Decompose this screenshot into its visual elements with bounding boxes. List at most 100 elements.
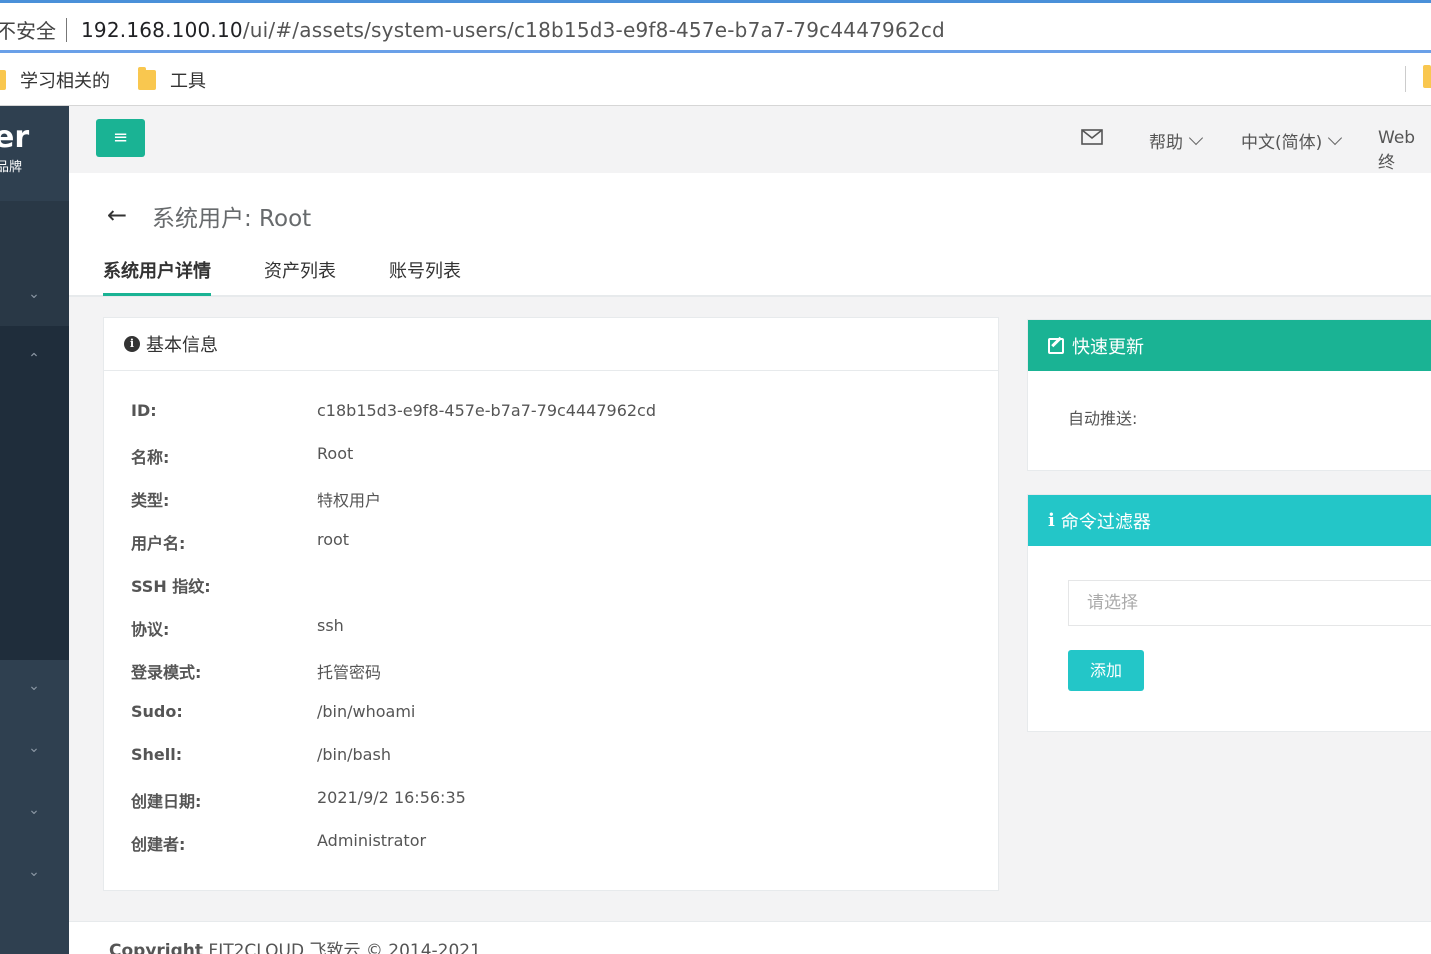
- command-filter-header: i 命令过滤器: [1028, 495, 1431, 546]
- address-separator: [66, 17, 67, 42]
- bookmark-overflow[interactable]: [1405, 65, 1431, 92]
- auto-push-label: 自动推送:: [1068, 409, 1138, 428]
- folder-icon: [1423, 65, 1431, 88]
- detail-value: root: [317, 530, 350, 549]
- detail-row-created-date: 创建日期: 2021/9/2 16:56:35: [104, 788, 998, 831]
- detail-row-type: 类型: 特权用户: [104, 487, 998, 530]
- footer: Copyright FIT2CLOUD 飞致云 © 2014-2021: [69, 921, 1431, 954]
- chevron-down-icon[interactable]: ⌄: [27, 679, 41, 693]
- tab-asset-list[interactable]: 资产列表: [264, 257, 336, 296]
- detail-value: 托管密码: [317, 663, 382, 682]
- web-terminal-link[interactable]: Web终: [1378, 128, 1431, 173]
- detail-key: 用户名:: [131, 534, 186, 553]
- chevron-up-icon[interactable]: ⌃: [27, 352, 41, 366]
- detail-value: Administrator: [317, 831, 427, 850]
- chevron-down-icon[interactable]: ⌄: [27, 803, 41, 817]
- logo-text: er: [0, 120, 30, 155]
- command-filter-panel: i 命令过滤器 请选择 添加: [1027, 494, 1431, 732]
- detail-row-shell: Shell: /bin/bash: [104, 745, 998, 788]
- bookmark-label: 学习相关的: [20, 70, 110, 92]
- logo[interactable]: er 品牌: [0, 106, 69, 201]
- chevron-down-icon[interactable]: ⌄: [27, 287, 41, 301]
- quick-update-panel: 快速更新 自动推送:: [1027, 319, 1431, 471]
- detail-key: SSH 指纹:: [131, 577, 211, 596]
- detail-value: 2021/9/2 16:56:35: [317, 788, 466, 807]
- folder-icon: [0, 69, 6, 90]
- detail-key: 创建日期:: [131, 792, 202, 811]
- chevron-down-icon[interactable]: ⌄: [27, 865, 41, 879]
- envelope-icon[interactable]: [1081, 128, 1103, 146]
- detail-value: c18b15d3-e9f8-457e-b7a7-79c4447962cd: [317, 401, 657, 420]
- edit-icon: [1048, 337, 1064, 354]
- detail-value: 特权用户: [317, 491, 382, 510]
- main-content: i 基本信息 ID: c18b15d3-e9f8-457e-b7a7-79c444…: [69, 297, 1431, 921]
- top-navbar: ≡ 帮助 中文(简体) Web终: [69, 106, 1431, 173]
- detail-key: 创建者:: [131, 835, 186, 854]
- detail-key: 名称:: [131, 448, 170, 467]
- sidebar-menu-expanded: ⌃: [0, 326, 69, 660]
- bookmarks-bar: 学习相关的 工具: [0, 54, 1431, 106]
- folder-icon: [138, 66, 156, 90]
- info-circle-icon: i: [124, 336, 140, 352]
- detail-row-name: 名称: Root: [104, 444, 998, 487]
- detail-key: ID:: [131, 401, 157, 420]
- chevron-down-icon[interactable]: ⌄: [27, 741, 41, 755]
- basic-info-panel: i 基本信息 ID: c18b15d3-e9f8-457e-b7a7-79c444…: [103, 317, 999, 891]
- bookmark-separator: [1405, 66, 1406, 92]
- web-terminal-label: Web终: [1378, 128, 1416, 173]
- url-host: 192.168.100.10: [81, 17, 243, 42]
- tab-account-list[interactable]: 账号列表: [389, 257, 461, 296]
- url-field[interactable]: 192.168.100.10/ui/#/assets/system-users/…: [81, 18, 945, 42]
- detail-value: /bin/bash: [317, 745, 391, 764]
- detail-row-sudo: Sudo: /bin/whoami: [104, 702, 998, 745]
- copyright-bold: Copyright: [109, 941, 204, 954]
- detail-key: 登录模式:: [131, 663, 202, 682]
- detail-row-creator: 创建者: Administrator: [104, 831, 998, 874]
- detail-row-id: ID: c18b15d3-e9f8-457e-b7a7-79c4447962cd: [104, 401, 998, 444]
- detail-key: Shell:: [131, 745, 183, 764]
- basic-info-title: 基本信息: [146, 335, 218, 356]
- url-path: /ui/#/assets/system-users/c18b15d3-e9f8-…: [242, 17, 945, 42]
- quick-update-title: 快速更新: [1072, 336, 1144, 358]
- back-arrow-icon[interactable]: ←: [107, 201, 127, 229]
- copyright-rest: FIT2CLOUD 飞致云 © 2014-2021: [203, 941, 481, 954]
- menu-toggle-button[interactable]: ≡: [96, 119, 145, 157]
- quick-update-header: 快速更新: [1028, 320, 1431, 371]
- detail-value: Root: [317, 444, 354, 463]
- detail-value: ssh: [317, 616, 344, 635]
- detail-row-protocol: 协议: ssh: [104, 616, 998, 659]
- tab-system-user-detail[interactable]: 系统用户详情: [103, 257, 211, 296]
- language-menu[interactable]: 中文(简体): [1241, 128, 1343, 153]
- copyright-text: Copyright FIT2CLOUD 飞致云 © 2014-2021: [109, 936, 481, 954]
- detail-row-login-mode: 登录模式: 托管密码: [104, 659, 998, 702]
- detail-row-username: 用户名: root: [104, 530, 998, 573]
- bookmark-tools[interactable]: 工具: [138, 66, 206, 93]
- chevron-down-icon: [1188, 130, 1204, 145]
- bookmark-study[interactable]: 学习相关的: [0, 67, 110, 93]
- sidebar: er 品牌 ⌄ ⌃ ⌄ ⌄ ⌄ ⌄: [0, 106, 69, 954]
- auto-push-row: 自动推送:: [1028, 371, 1431, 429]
- help-menu[interactable]: 帮助: [1149, 128, 1204, 153]
- page-title: 系统用户: Root: [152, 206, 312, 232]
- help-label: 帮助: [1149, 133, 1183, 153]
- command-filter-title: 命令过滤器: [1060, 511, 1151, 533]
- add-button[interactable]: 添加: [1068, 650, 1144, 691]
- detail-key: Sudo:: [131, 702, 183, 721]
- detail-row-ssh-fingerprint: SSH 指纹:: [104, 573, 998, 616]
- detail-list: ID: c18b15d3-e9f8-457e-b7a7-79c4447962cd …: [104, 371, 998, 874]
- security-indicator[interactable]: 不安全: [0, 15, 56, 44]
- sidebar-menu-group: ⌄: [0, 201, 69, 326]
- info-icon: i: [1048, 510, 1055, 531]
- logo-subtext: 品牌: [0, 160, 23, 175]
- tab-bar: 系统用户详情 资产列表 账号列表: [103, 257, 514, 296]
- page-header: ← 系统用户: Root 系统用户详情 资产列表 账号列表: [69, 173, 1431, 297]
- hamburger-icon: ≡: [112, 127, 129, 148]
- command-filter-select[interactable]: 请选择: [1068, 580, 1431, 626]
- bookmark-label: 工具: [170, 70, 206, 92]
- detail-key: 协议:: [131, 620, 170, 639]
- basic-info-header: i 基本信息: [104, 318, 998, 371]
- chevron-down-icon: [1328, 130, 1343, 145]
- browser-address-bar: 不安全 192.168.100.10/ui/#/assets/system-us…: [0, 0, 1431, 54]
- language-label: 中文(简体): [1241, 133, 1323, 153]
- detail-value: /bin/whoami: [317, 702, 416, 721]
